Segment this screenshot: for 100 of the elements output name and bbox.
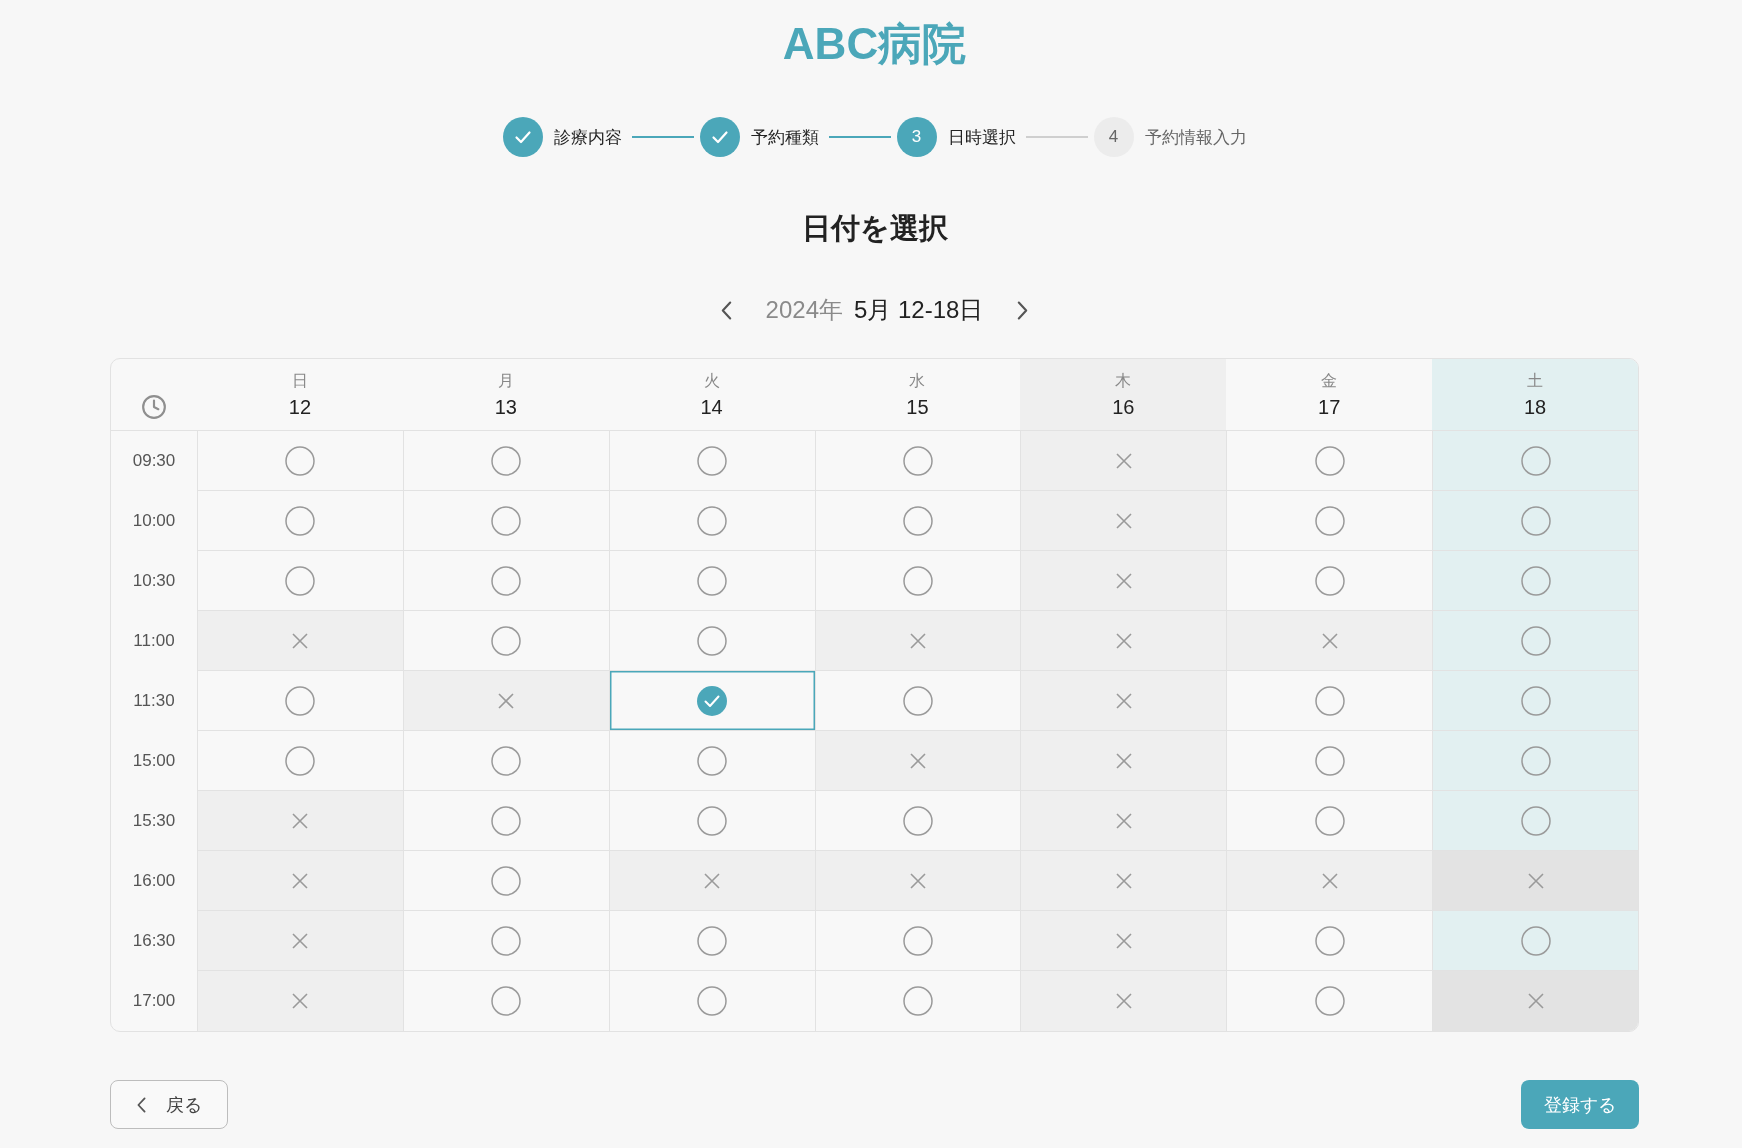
- circle-icon: [285, 565, 316, 596]
- date-label: 15: [906, 395, 929, 420]
- circle-icon: [491, 625, 522, 656]
- time-slot[interactable]: [402, 491, 609, 551]
- circle-icon: [903, 925, 933, 956]
- date-label: 14: [700, 395, 723, 420]
- circle-icon: [903, 805, 933, 836]
- cross-icon: [1115, 452, 1132, 469]
- cross-icon: [1115, 812, 1132, 829]
- time-slot[interactable]: [1432, 731, 1638, 791]
- circle-icon: [903, 565, 933, 596]
- circle-icon: [903, 685, 933, 716]
- circle-icon: [697, 986, 728, 1016]
- time-slot[interactable]: [197, 671, 403, 731]
- circle-icon: [491, 565, 522, 596]
- circle-icon: [285, 445, 316, 476]
- circle-icon: [285, 505, 316, 536]
- cross-icon: [1115, 692, 1132, 709]
- circle-icon: [1520, 625, 1551, 656]
- time-label: 17:00: [132, 991, 176, 1011]
- year-label: 2024年: [765, 295, 843, 325]
- step-number: 4: [1093, 117, 1134, 157]
- time-slot[interactable]: [1432, 791, 1638, 851]
- circle-icon: [491, 445, 522, 476]
- time-label: 16:30: [132, 931, 176, 951]
- circle-icon: [1314, 745, 1345, 776]
- circle-icon: [491, 805, 522, 836]
- cross-icon: [910, 632, 926, 649]
- weekday-label: 木: [1115, 371, 1132, 391]
- time-slot[interactable]: [1432, 671, 1638, 731]
- weekday-label: 金: [1321, 371, 1338, 391]
- next-week-button[interactable]: [1017, 300, 1029, 320]
- time-slot[interactable]: [197, 431, 403, 491]
- circle-icon: [697, 805, 728, 836]
- cross-icon: [1321, 872, 1338, 889]
- time-slot[interactable]: [1432, 611, 1638, 671]
- cross-icon: [292, 812, 309, 829]
- circle-icon: [1520, 505, 1551, 536]
- time-slot[interactable]: [608, 671, 815, 731]
- weekday-label: 水: [909, 371, 926, 391]
- time-label: 11:30: [133, 691, 175, 711]
- date-label: 18: [1523, 395, 1547, 420]
- time-slot[interactable]: [608, 431, 815, 491]
- weekday-label: 土: [1527, 371, 1544, 391]
- cross-icon: [1115, 932, 1132, 949]
- circle-icon: [491, 865, 522, 896]
- time-label: 15:30: [132, 811, 176, 831]
- clock-icon: [141, 394, 167, 420]
- circle-icon: [1520, 745, 1551, 776]
- circle-icon: [491, 925, 522, 956]
- time-slot[interactable]: [402, 851, 609, 911]
- back-button[interactable]: 戻る: [110, 1080, 228, 1129]
- cross-icon: [1527, 993, 1544, 1009]
- circle-icon: [1314, 685, 1345, 716]
- cross-icon: [910, 872, 926, 889]
- date-label: 12: [288, 395, 312, 420]
- cross-icon: [292, 993, 309, 1009]
- time-label: 15:00: [132, 751, 176, 771]
- circle-icon: [697, 445, 728, 476]
- time-slot[interactable]: [402, 731, 609, 791]
- circle-icon: [285, 745, 316, 776]
- time-label: 16:00: [132, 871, 176, 891]
- cross-icon: [1321, 632, 1338, 649]
- circle-icon: [285, 685, 316, 716]
- time-slot[interactable]: [402, 431, 609, 491]
- time-slot[interactable]: [1432, 431, 1638, 491]
- time-slot[interactable]: [608, 731, 815, 791]
- cross-icon: [1115, 512, 1132, 529]
- check-icon: [697, 685, 728, 716]
- previous-week-button[interactable]: [720, 300, 732, 320]
- circle-icon: [697, 565, 728, 596]
- circle-icon: [1314, 986, 1345, 1016]
- cross-icon: [704, 872, 721, 889]
- time-slot[interactable]: [1432, 911, 1638, 971]
- circle-icon: [1520, 565, 1551, 596]
- time-label: 11:00: [133, 631, 175, 651]
- time-slot[interactable]: [402, 791, 609, 851]
- circle-icon: [1520, 685, 1551, 716]
- cross-icon: [292, 872, 309, 889]
- circle-icon: [903, 505, 933, 536]
- time-slot[interactable]: [608, 551, 815, 611]
- time-slot[interactable]: [1432, 551, 1638, 611]
- circle-icon: [1314, 505, 1345, 536]
- circle-icon: [491, 986, 522, 1016]
- cross-icon: [1115, 993, 1132, 1009]
- chevron-left-icon: [720, 300, 732, 320]
- time-slot[interactable]: [608, 911, 815, 971]
- time-slot[interactable]: [402, 911, 609, 971]
- date-label: 17: [1318, 395, 1341, 420]
- circle-icon: [1520, 805, 1551, 836]
- circle-icon: [903, 986, 933, 1016]
- time-slot[interactable]: [608, 491, 815, 551]
- cross-icon: [910, 752, 926, 769]
- time-slot[interactable]: [197, 491, 403, 551]
- time-slot[interactable]: [1432, 491, 1638, 551]
- time-slot[interactable]: [608, 611, 815, 671]
- time-label: 09:30: [132, 451, 176, 471]
- time-slot[interactable]: [402, 551, 609, 611]
- date-label: 13: [494, 395, 517, 420]
- circle-icon: [697, 745, 728, 776]
